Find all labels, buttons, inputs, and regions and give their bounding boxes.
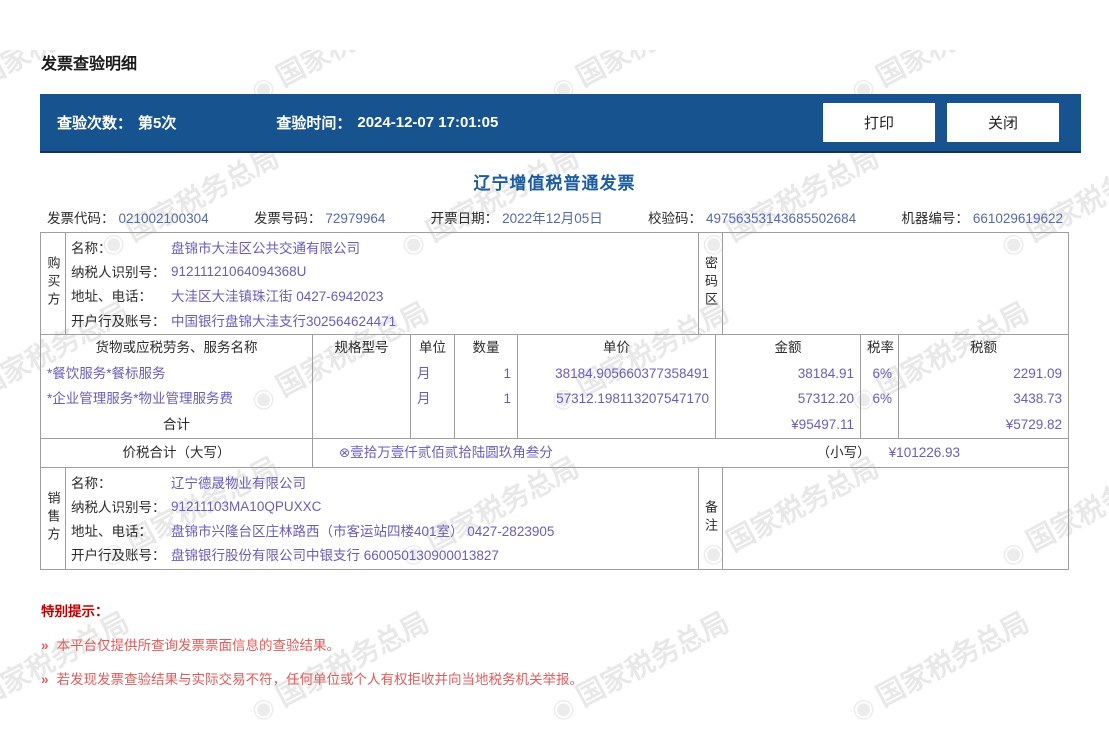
buyer-bank-row: 开户行及账号：中国银行盘锦大洼支行302564624471: [66, 308, 698, 332]
items-table-header: 货物或应税劳务、服务名称 规格型号 单位 数量 单价 金额 税率 税额: [41, 335, 1068, 361]
item-unit: 月: [411, 386, 455, 411]
tax-emblem-icon: ◉: [245, 689, 279, 726]
item-taxrate: 6%: [861, 361, 899, 386]
col-header-amount: 金额: [716, 335, 861, 361]
item-spec: [313, 386, 411, 411]
item-unit: 月: [411, 361, 455, 386]
item-amount: 38184.91: [716, 361, 861, 386]
close-button[interactable]: 关闭: [947, 103, 1059, 142]
col-header-price: 单价: [518, 335, 716, 361]
col-header-unit: 单位: [411, 335, 455, 361]
tax-emblem-icon: ◉: [845, 689, 879, 726]
items-table: 货物或应税劳务、服务名称 规格型号 单位 数量 单价 金额 税率 税额 *餐饮服…: [41, 334, 1068, 438]
empty-cell: [455, 411, 518, 438]
item-tax: 2291.09: [899, 361, 1068, 386]
seller-taxid-row: 纳税人识别号：91211103MA10QPUXXC: [66, 494, 698, 518]
check-count-value: 第5次: [138, 112, 176, 133]
tax-emblem-icon: ◉: [545, 689, 579, 726]
grand-total-label: 价税合计（大写）: [41, 439, 313, 467]
password-area-content: [723, 233, 1068, 334]
chevron-bullet-icon: »: [41, 672, 49, 687]
invoice-table: 购买方 名称：盘锦市大洼区公共交通有限公司 纳税人识别号：91211121064…: [40, 232, 1069, 570]
notice-item: »本平台仅提供所查询发票票面信息的查验结果。: [41, 634, 1068, 654]
item-tax: 3438.73: [899, 386, 1068, 411]
notice-item: »若发现发票查验结果与实际交易不符，任何单位或个人有权拒收并向当地税务机关举报。: [41, 668, 1068, 688]
item-name: *餐饮服务*餐标服务: [41, 361, 313, 386]
invoice-verification-page: 发票查验明细 查验次数： 第5次 查验时间： 2024-12-07 17:01:…: [0, 50, 1109, 688]
item-name: *企业管理服务*物业管理服务费: [41, 386, 313, 411]
subtotal-label: 合计: [41, 411, 313, 438]
seller-name-row: 名称：辽宁德晟物业有限公司: [66, 470, 698, 494]
item-qty: 1: [455, 386, 518, 411]
print-button[interactable]: 打印: [823, 103, 935, 142]
col-header-tax: 税额: [899, 335, 1068, 361]
grand-total-uppercase: ⊗壹拾万壹仟贰佰贰拾陆圆玖角叁分: [339, 439, 553, 467]
seller-section: 销售方 名称：辽宁德晟物业有限公司 纳税人识别号：91211103MA10QPU…: [41, 467, 1068, 569]
item-price: 57312.198113207547170: [518, 386, 716, 411]
password-area-label: 密码区: [698, 233, 723, 334]
invoice-date: 开票日期：2022年12月05日: [431, 207, 603, 227]
item-amount: 57312.20: [716, 386, 861, 411]
invoice-number: 发票号码：72979964: [254, 207, 386, 227]
item-qty: 1: [455, 361, 518, 386]
verification-header-bar: 查验次数： 第5次 查验时间： 2024-12-07 17:01:05 打印 关…: [40, 94, 1081, 153]
grand-total-values: ⊗壹拾万壹仟贰佰贰拾陆圆玖角叁分 （小写） ¥101226.93: [313, 439, 1068, 467]
check-count-label: 查验次数：: [57, 112, 132, 133]
subtotal-row: 合计 ¥95497.11 ¥5729.82: [41, 411, 1068, 438]
buyer-taxid-row: 纳税人识别号：91211121064094368U: [66, 259, 698, 283]
header-buttons: 打印 关闭: [823, 103, 1059, 142]
col-header-qty: 数量: [455, 335, 518, 361]
invoice-title: 辽宁增值税普通发票: [0, 169, 1109, 194]
grand-total-row: 价税合计（大写） ⊗壹拾万壹仟贰佰贰拾陆圆玖角叁分 （小写） ¥101226.9…: [41, 438, 1068, 467]
subtotal-tax: ¥5729.82: [899, 411, 1068, 438]
item-taxrate: 6%: [861, 386, 899, 411]
remarks-label: 备注: [698, 468, 723, 569]
check-code: 校验码：49756353143685502684: [648, 207, 856, 227]
seller-address-row: 地址、电话：盘锦市兴隆台区庄林路西（市客运站四楼401室） 0427-28239…: [66, 518, 698, 542]
grand-total-lowercase: （小写） ¥101226.93: [817, 439, 1068, 467]
seller-side-label: 销售方: [41, 468, 66, 569]
page-title: 发票查验明细: [41, 50, 1109, 74]
empty-cell: [411, 411, 455, 438]
buyer-name-row: 名称：盘锦市大洼区公共交通有限公司: [66, 235, 698, 259]
buyer-section: 购买方 名称：盘锦市大洼区公共交通有限公司 纳税人识别号：91211121064…: [41, 233, 1068, 334]
special-notice-title: 特别提示：: [41, 600, 1068, 620]
check-time-label: 查验时间：: [276, 112, 351, 133]
empty-cell: [861, 411, 899, 438]
check-time-value: 2024-12-07 17:01:05: [357, 114, 498, 131]
subtotal-amount: ¥95497.11: [716, 411, 861, 438]
table-row: *企业管理服务*物业管理服务费 月 1 57312.19811320754717…: [41, 386, 1068, 411]
col-header-taxrate: 税率: [861, 335, 899, 361]
remarks-content: [723, 468, 1068, 569]
col-header-spec: 规格型号: [313, 335, 411, 361]
special-notice: 特别提示： »本平台仅提供所查询发票票面信息的查验结果。 »若发现发票查验结果与…: [41, 600, 1068, 688]
invoice-code: 发票代码：021002100304: [47, 207, 209, 227]
machine-number: 机器编号：661029619622: [901, 207, 1063, 227]
chevron-bullet-icon: »: [41, 638, 49, 653]
seller-fields: 名称：辽宁德晟物业有限公司 纳税人识别号：91211103MA10QPUXXC …: [66, 468, 698, 569]
item-spec: [313, 361, 411, 386]
invoice-meta-row: 发票代码：021002100304 发票号码：72979964 开票日期：202…: [47, 207, 1063, 227]
buyer-fields: 名称：盘锦市大洼区公共交通有限公司 纳税人识别号：912111210640943…: [66, 233, 698, 334]
empty-cell: [313, 411, 411, 438]
buyer-side-label: 购买方: [41, 233, 66, 334]
empty-cell: [518, 411, 716, 438]
seller-bank-row: 开户行及账号：盘锦银行股份有限公司中银支行 660050130900013827: [66, 542, 698, 566]
col-header-name: 货物或应税劳务、服务名称: [41, 335, 313, 361]
table-row: *餐饮服务*餐标服务 月 1 38184.905660377358491 381…: [41, 361, 1068, 386]
item-price: 38184.905660377358491: [518, 361, 716, 386]
buyer-address-row: 地址、电话：大洼区大洼镇珠江街 0427-6942023: [66, 283, 698, 307]
